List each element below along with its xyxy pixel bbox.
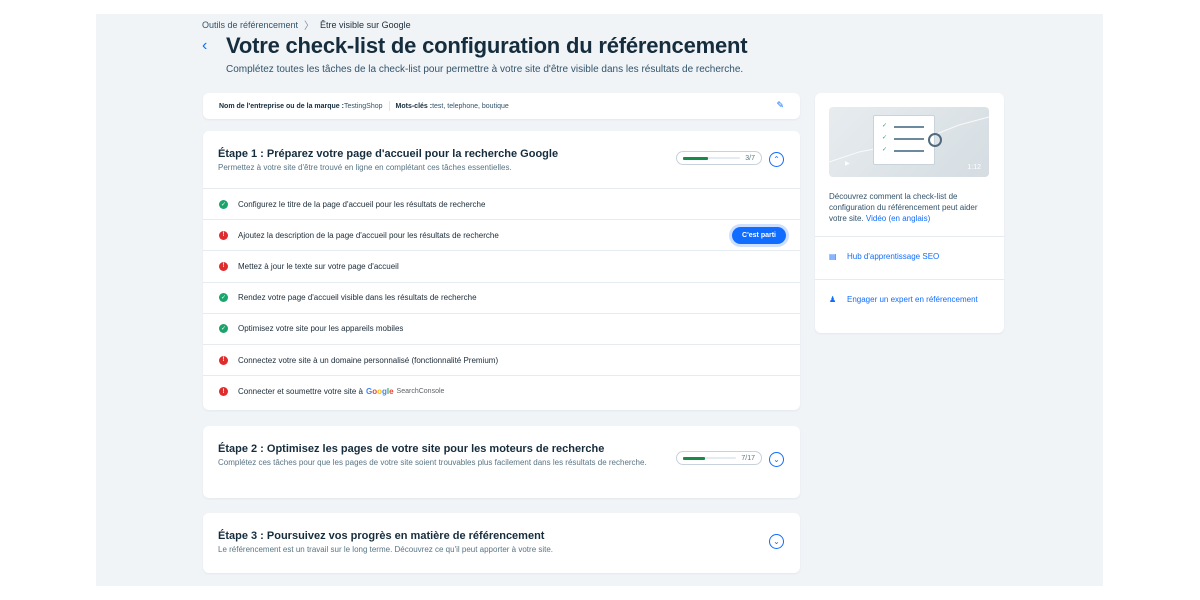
- alert-circle-icon: !: [219, 230, 228, 240]
- step-2-card: Étape 2 : Optimisez les pages de votre s…: [203, 426, 800, 498]
- task-label: Connectez votre site à un domaine person…: [238, 355, 499, 365]
- task-label: Connecter et soumettre votre site à: [238, 387, 363, 397]
- progress-track: [683, 156, 741, 160]
- video-description: Découvrez comment la check-list de confi…: [829, 191, 994, 224]
- title-row: ‹ Votre check-list de configuration du r…: [202, 33, 748, 59]
- video-link[interactable]: Vidéo (en anglais): [866, 214, 930, 223]
- divider: [815, 279, 1004, 280]
- alert-circle-icon: !: [219, 355, 228, 365]
- check-circle-icon: ✓: [219, 324, 228, 334]
- people-icon: ♟: [829, 295, 837, 304]
- check-circle-icon: ✓: [219, 293, 228, 303]
- magnifier-icon: [928, 133, 942, 147]
- google-logo: Google: [365, 387, 394, 397]
- seo-learning-hub-link[interactable]: ▤ Hub d'apprentissage SEO: [829, 252, 939, 262]
- step-2-description: Complétez ces tâches pour que les pages …: [218, 458, 647, 467]
- keywords-value: test, telephone, boutique: [432, 102, 509, 110]
- video-thumbnail[interactable]: ✓ ✓ ✓ ▶ 1:12: [829, 107, 989, 177]
- task-row[interactable]: ✓ Configurez le titre de la page d'accue…: [203, 189, 800, 221]
- step-1-header[interactable]: Étape 1 : Préparez votre page d'accueil …: [203, 131, 800, 173]
- page-title: Votre check-list de configuration du réf…: [226, 33, 748, 58]
- business-name-label: Nom de l'entreprise ou de la marque :: [219, 102, 344, 110]
- breadcrumb-parent[interactable]: Outils de référencement: [202, 20, 298, 30]
- task-row[interactable]: ✓ Rendez votre page d'accueil visible da…: [203, 283, 800, 314]
- breadcrumb-separator: 〉: [304, 21, 315, 32]
- step-2-progress-fill: [683, 456, 705, 460]
- breadcrumb-current: Être visible sur Google: [320, 19, 411, 30]
- step-3-description: Le référencement est un travail sur le l…: [218, 545, 554, 554]
- expand-chevron-down-icon[interactable]: ⌄: [769, 452, 784, 467]
- keywords-label: Mots-clés :: [395, 102, 433, 110]
- checklist-document-icon: ✓ ✓ ✓: [873, 115, 935, 165]
- alert-circle-icon: !: [219, 261, 228, 271]
- step-2-count: 7/17: [741, 454, 755, 462]
- seo-learning-hub-label: Hub d'apprentissage SEO: [847, 252, 940, 261]
- progress-track: [683, 456, 737, 460]
- book-icon: ▤: [829, 252, 837, 261]
- task-row[interactable]: ! Connecter et soumettre votre site à Go…: [203, 376, 800, 407]
- step-1-task-list: ✓ Configurez le titre de la page d'accue…: [203, 188, 800, 407]
- app-frame: Outils de référencement 〉 Être visible s…: [96, 14, 1103, 586]
- business-name-value: TestingShop: [343, 102, 383, 110]
- hire-expert-label: Engager un expert en référencement: [847, 295, 978, 304]
- page-subtitle: Complétez toutes les tâches de la check-…: [226, 64, 744, 75]
- learning-sidebar: ✓ ✓ ✓ ▶ 1:12 Découvrez comment la check-…: [815, 93, 1004, 333]
- task-row[interactable]: ! Mettez à jour le texte sur votre page …: [203, 251, 800, 283]
- task-row[interactable]: ! Ajoutez la description de la page d'ac…: [203, 220, 800, 252]
- divider: [815, 236, 1004, 237]
- step-1-progress-fill: [683, 156, 708, 160]
- check-circle-icon: ✓: [219, 199, 228, 209]
- step-3-title: Étape 3 : Poursuivez vos progrès en mati…: [218, 530, 545, 542]
- task-label: Mettez à jour le texte sur votre page d'…: [238, 261, 399, 271]
- play-icon: ▶: [845, 161, 850, 167]
- task-label: Configurez le titre de la page d'accueil…: [238, 199, 486, 209]
- divider: [388, 101, 390, 111]
- step-1-description: Permettez à votre site d'être trouvé en …: [218, 163, 512, 172]
- expand-chevron-down-icon[interactable]: ⌄: [769, 534, 784, 549]
- alert-circle-icon: !: [219, 387, 228, 397]
- step-1-card: Étape 1 : Préparez votre page d'accueil …: [203, 131, 800, 410]
- video-duration: 1:12: [967, 164, 981, 171]
- back-chevron-icon[interactable]: ‹: [202, 34, 216, 58]
- task-row[interactable]: ✓ Optimisez votre site pour les appareil…: [203, 314, 800, 345]
- business-info-bar: Nom de l'entreprise ou de la marque : Te…: [203, 93, 800, 119]
- edit-pencil-icon[interactable]: ✎: [776, 100, 784, 111]
- search-console-label: SearchConsole: [396, 388, 445, 396]
- step-3-header[interactable]: Étape 3 : Poursuivez vos progrès en mati…: [203, 513, 800, 555]
- hire-expert-link[interactable]: ♟ Engager un expert en référencement: [829, 295, 979, 305]
- task-row[interactable]: ! Connectez votre site à un domaine pers…: [203, 345, 800, 377]
- collapse-chevron-up-icon[interactable]: ⌃: [769, 152, 784, 167]
- start-task-button[interactable]: C'est parti: [732, 227, 786, 245]
- step-2-header[interactable]: Étape 2 : Optimisez les pages de votre s…: [203, 426, 800, 468]
- breadcrumb: Outils de référencement 〉 Être visible s…: [202, 17, 411, 33]
- task-label: Rendez votre page d'accueil visible dans…: [238, 293, 477, 303]
- step-3-card: Étape 3 : Poursuivez vos progrès en mati…: [203, 513, 800, 573]
- step-1-progress: 3/7: [676, 151, 762, 165]
- step-2-progress: 7/17: [676, 451, 762, 465]
- task-label: Ajoutez la description de la page d'accu…: [238, 230, 499, 240]
- step-1-count: 3/7: [745, 154, 755, 162]
- task-label: Optimisez votre site pour les appareils …: [238, 324, 404, 334]
